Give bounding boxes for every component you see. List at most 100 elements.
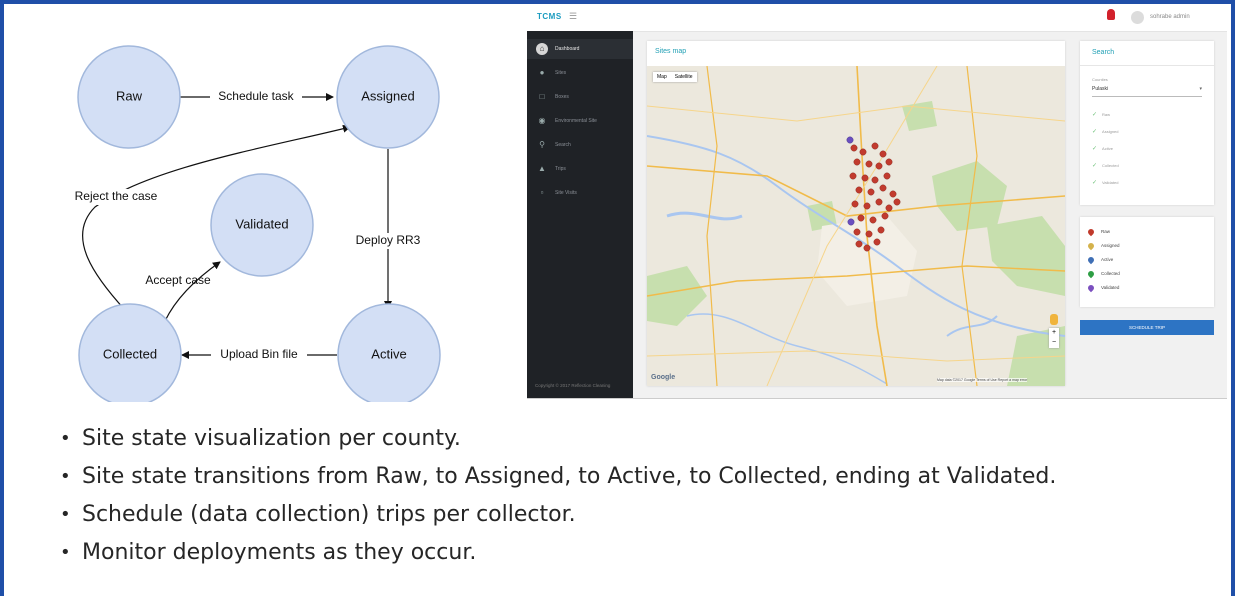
check-icon: ✓ xyxy=(1092,180,1098,186)
zoom-out-button[interactable]: − xyxy=(1049,338,1059,348)
sidebar-item-trips[interactable]: ▲ Trips xyxy=(527,159,633,179)
check-icon: ✓ xyxy=(1092,163,1098,169)
slide-border-left xyxy=(0,0,4,596)
sidebar-item-site-visits[interactable]: ▫ Site Visits xyxy=(527,183,633,203)
map-type-toggle: Map Satellite xyxy=(653,72,697,82)
state-label-raw: Raw xyxy=(116,88,143,103)
home-icon: ⌂ xyxy=(536,43,548,55)
legend-item-active: Active xyxy=(1086,255,1114,265)
pin-icon: ● xyxy=(539,68,545,77)
map-pin-icon xyxy=(1086,255,1096,265)
map-pin-icon xyxy=(1086,227,1096,237)
map-tab-map[interactable]: Map xyxy=(653,72,671,82)
sidebar-item-sites[interactable]: ● Sites xyxy=(527,63,633,83)
slide-border-top xyxy=(0,0,1235,4)
sidebar-item-search[interactable]: ⚲ Search xyxy=(527,135,633,155)
sidebar-item-dashboard[interactable]: ⌂ Dashboard xyxy=(527,39,633,59)
state-assigned: Assigned xyxy=(336,45,440,149)
check-icon: ✓ xyxy=(1092,129,1098,135)
edge-label-reject-the-case: Reject the case xyxy=(75,189,158,203)
search-title: Search xyxy=(1092,49,1115,56)
state-collected: Collected xyxy=(78,303,182,402)
status-filter-label: Assigned xyxy=(1102,129,1119,134)
state-validated: Validated xyxy=(210,173,314,277)
zoom-in-button[interactable]: + xyxy=(1049,328,1059,338)
state-active: Active xyxy=(337,303,441,402)
summary-bullet-list: Site state visualization per county. Sit… xyxy=(60,420,1220,572)
map-pin-icon xyxy=(1086,241,1096,251)
edge-label-accept-case: Accept case xyxy=(145,273,211,287)
map-attribution[interactable]: Map data ©2017 Google Terms of Use Repor… xyxy=(937,378,1028,382)
document-icon: ▫ xyxy=(540,188,544,197)
legend-item-collected: Collected xyxy=(1086,269,1120,279)
sidebar-item-label: Site Visits xyxy=(555,190,577,196)
app-sidebar: ⌂ Dashboard ● Sites □ Boxes ◉ Environmen… xyxy=(527,31,633,398)
sites-map-card: Sites map Map Satellite + − Google Map d… xyxy=(647,41,1065,386)
legend-item-raw: Raw xyxy=(1086,227,1111,237)
chevron-down-icon: ▾ xyxy=(1199,86,1202,92)
edge-deploy-rr3: Deploy RR3 xyxy=(340,149,436,309)
status-filter-collected[interactable]: ✓ Collected xyxy=(1092,162,1119,169)
sidebar-item-label: Environmental Site xyxy=(555,118,597,124)
state-label-assigned: Assigned xyxy=(361,88,414,103)
slide-border-right xyxy=(1231,0,1235,596)
schedule-trip-button[interactable]: SCHEDULE TRIP xyxy=(1080,320,1214,335)
notification-icon[interactable] xyxy=(1107,9,1115,20)
edge-label-deploy-rr3: Deploy RR3 xyxy=(356,233,421,247)
legend-card: Raw Assigned Active Collected Validated xyxy=(1080,217,1214,307)
sites-map-title: Sites map xyxy=(655,48,687,55)
tcms-app-screenshot: TCMS ☰ sohrabe admin ⌂ Dashboard ● Sites… xyxy=(527,5,1227,399)
sidebar-item-label: Sites xyxy=(555,70,567,76)
status-filter-label: Validated xyxy=(1102,180,1119,185)
legend-label: Assigned xyxy=(1101,243,1120,249)
globe-icon: ◉ xyxy=(538,116,546,125)
status-filter-validated[interactable]: ✓ Validated xyxy=(1092,179,1118,186)
edge-label-schedule-task: Schedule task xyxy=(218,89,294,103)
county-select[interactable]: Pulaski ▾ xyxy=(1092,86,1202,97)
menu-icon[interactable]: ☰ xyxy=(569,11,577,22)
map-pin-icon xyxy=(1086,283,1096,293)
legend-label: Validated xyxy=(1101,285,1120,291)
map-tab-satellite[interactable]: Satellite xyxy=(671,72,697,82)
state-label-validated: Validated xyxy=(235,216,288,231)
bullet-item: Site state visualization per county. xyxy=(60,420,1220,458)
sidebar-footer: Copyright © 2017 Reflection Cleaning xyxy=(535,383,611,388)
zoom-control: + − xyxy=(1049,328,1059,348)
bullet-item: Monitor deployments as they occur. xyxy=(60,534,1220,572)
status-filter-raw[interactable]: ✓ Raw xyxy=(1092,111,1110,118)
search-icon: ⚲ xyxy=(539,140,545,149)
search-card: Search Counties Pulaski ▾ ✓ Raw ✓ Assigned… xyxy=(1080,41,1214,205)
map-pin-icon xyxy=(1086,269,1096,279)
state-raw: Raw xyxy=(77,45,181,149)
user-name[interactable]: sohrabe admin xyxy=(1150,14,1190,20)
user-avatar[interactable] xyxy=(1131,11,1144,24)
legend-label: Active xyxy=(1101,257,1114,263)
app-brand[interactable]: TCMS xyxy=(537,12,562,21)
sidebar-item-label: Dashboard xyxy=(555,46,580,52)
map-canvas[interactable] xyxy=(647,66,1065,386)
legend-item-validated: Validated xyxy=(1086,283,1120,293)
edge-upload-bin-file: Upload Bin file xyxy=(181,347,337,363)
sidebar-item-label: Boxes xyxy=(555,94,569,100)
google-logo: Google xyxy=(651,374,676,381)
county-select-value: Pulaski xyxy=(1092,86,1109,92)
county-label: Counties xyxy=(1092,77,1108,82)
sidebar-item-boxes[interactable]: □ Boxes xyxy=(527,87,633,107)
status-filter-label: Raw xyxy=(1102,112,1111,117)
bullet-item: Site state transitions from Raw, to Assi… xyxy=(60,458,1220,496)
street-view-pegman-icon[interactable] xyxy=(1050,314,1058,325)
legend-label: Collected xyxy=(1101,271,1120,277)
edge-schedule-task: Schedule task xyxy=(180,89,334,105)
edge-label-upload-bin-file: Upload Bin file xyxy=(220,347,298,361)
sites-map[interactable]: Map Satellite + − Google Map data ©2017 G… xyxy=(647,66,1065,386)
state-label-active: Active xyxy=(371,346,406,361)
legend-item-assigned: Assigned xyxy=(1086,241,1120,251)
box-icon: □ xyxy=(539,92,545,101)
status-filter-active[interactable]: ✓ Active xyxy=(1092,145,1113,152)
status-filter-assigned[interactable]: ✓ Assigned xyxy=(1092,128,1119,135)
state-label-collected: Collected xyxy=(103,346,157,361)
legend-label: Raw xyxy=(1101,229,1111,235)
app-topbar: TCMS ☰ sohrabe admin xyxy=(527,5,1227,32)
sidebar-item-environmental-site[interactable]: ◉ Environmental Site xyxy=(527,111,633,131)
check-icon: ✓ xyxy=(1092,146,1098,152)
